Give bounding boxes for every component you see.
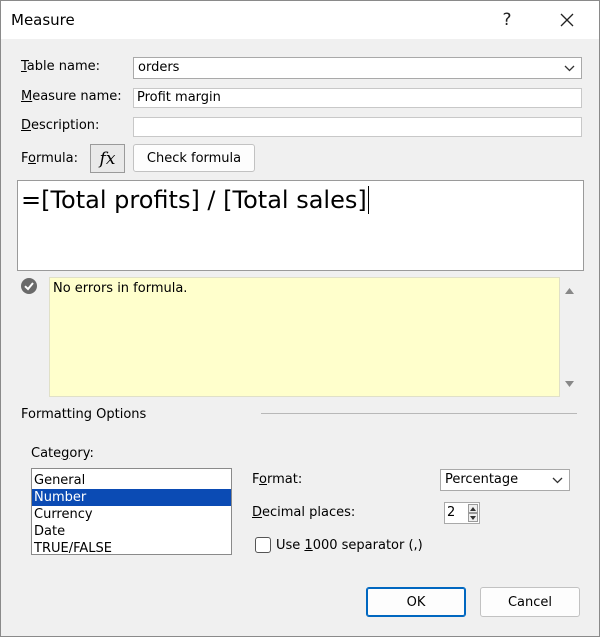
formatting-options-heading: Formatting Options bbox=[21, 407, 147, 422]
formula-label-rest: rmula: bbox=[35, 151, 78, 166]
description-label: Description: bbox=[21, 118, 99, 133]
text-caret bbox=[367, 186, 369, 214]
description-label-rest: escription: bbox=[31, 118, 100, 133]
category-label-pre: Cate bbox=[31, 446, 62, 461]
formula-text: =[Total profits] / [Total sales] bbox=[21, 186, 367, 214]
table-name-value: orders bbox=[138, 60, 180, 75]
stepper-down-icon[interactable] bbox=[468, 513, 478, 522]
measure-name-label: Measure name: bbox=[21, 89, 122, 104]
formula-status-box: No errors in formula. bbox=[49, 277, 560, 397]
decimal-label-rest: ecimal places: bbox=[262, 505, 356, 520]
formula-label-pre: F bbox=[21, 151, 29, 166]
check-formula-button[interactable]: Check formula bbox=[133, 144, 255, 172]
decimal-places-label: Decimal places: bbox=[252, 505, 355, 520]
close-button[interactable] bbox=[545, 1, 589, 39]
scroll-down-arrow-icon[interactable] bbox=[562, 377, 576, 391]
stepper-arrows bbox=[468, 504, 478, 522]
measure-name-label-rest: easure name: bbox=[32, 89, 122, 104]
separator-label-accel: 1 bbox=[304, 538, 313, 553]
formula-editor[interactable]: =[Total profits] / [Total sales] bbox=[17, 180, 584, 271]
decimal-places-value: 2 bbox=[447, 505, 456, 520]
description-label-accel: D bbox=[21, 118, 32, 133]
help-button[interactable]: ? bbox=[485, 1, 529, 39]
format-label-pre: F bbox=[252, 472, 260, 487]
cancel-button[interactable]: Cancel bbox=[480, 587, 580, 617]
category-item-general[interactable]: General bbox=[32, 472, 231, 489]
separator-label-pre: Use bbox=[276, 538, 305, 553]
decimal-label-accel: D bbox=[252, 505, 263, 520]
format-value: Percentage bbox=[445, 472, 519, 487]
thousand-separator-label: Use 1000 separator (,) bbox=[276, 538, 423, 553]
table-name-label: Table name: bbox=[21, 59, 100, 74]
category-item-currency[interactable]: Currency bbox=[32, 506, 231, 523]
close-icon bbox=[560, 13, 574, 27]
category-item-true-false[interactable]: TRUE/FALSE bbox=[32, 540, 231, 557]
category-label: Category: bbox=[31, 446, 94, 461]
table-name-label-rest: able name: bbox=[26, 59, 101, 74]
format-combobox[interactable]: Percentage bbox=[440, 469, 570, 491]
description-input[interactable] bbox=[133, 117, 582, 137]
measure-dialog: Measure ? Table name: orders Measure nam… bbox=[0, 0, 600, 637]
fx-icon: fx bbox=[99, 148, 116, 169]
chevron-down-icon[interactable] bbox=[562, 59, 576, 77]
ok-button[interactable]: OK bbox=[366, 587, 466, 617]
stepper-up-icon[interactable] bbox=[468, 504, 478, 513]
section-divider bbox=[261, 413, 577, 414]
category-item-date[interactable]: Date bbox=[32, 523, 231, 540]
format-label-rest: rmat: bbox=[266, 472, 303, 487]
insert-function-button[interactable]: fx bbox=[90, 144, 125, 173]
measure-name-input[interactable]: Profit margin bbox=[133, 88, 582, 108]
category-label-rest: ory: bbox=[69, 446, 94, 461]
scroll-up-arrow-icon[interactable] bbox=[562, 284, 576, 298]
thousand-separator-checkbox[interactable] bbox=[255, 537, 271, 553]
category-listbox[interactable]: General Number Currency Date TRUE/FALSE bbox=[31, 468, 232, 557]
formula-label-accel: o bbox=[28, 151, 36, 166]
format-label: Format: bbox=[252, 472, 302, 487]
table-name-combobox[interactable]: orders bbox=[133, 57, 582, 79]
status-message: No errors in formula. bbox=[53, 281, 188, 296]
dialog-title: Measure bbox=[11, 11, 75, 29]
title-bar: Measure ? bbox=[1, 1, 599, 39]
decimal-places-stepper[interactable]: 2 bbox=[444, 502, 480, 524]
measure-name-value: Profit margin bbox=[137, 90, 221, 105]
chevron-down-icon[interactable] bbox=[550, 471, 564, 489]
format-label-accel: o bbox=[259, 472, 267, 487]
measure-name-label-accel: M bbox=[21, 89, 33, 104]
category-item-number[interactable]: Number bbox=[32, 489, 231, 506]
formula-label: Formula: bbox=[21, 151, 78, 166]
check-circle-icon bbox=[21, 278, 37, 294]
separator-label-rest: 000 separator (,) bbox=[312, 538, 423, 553]
